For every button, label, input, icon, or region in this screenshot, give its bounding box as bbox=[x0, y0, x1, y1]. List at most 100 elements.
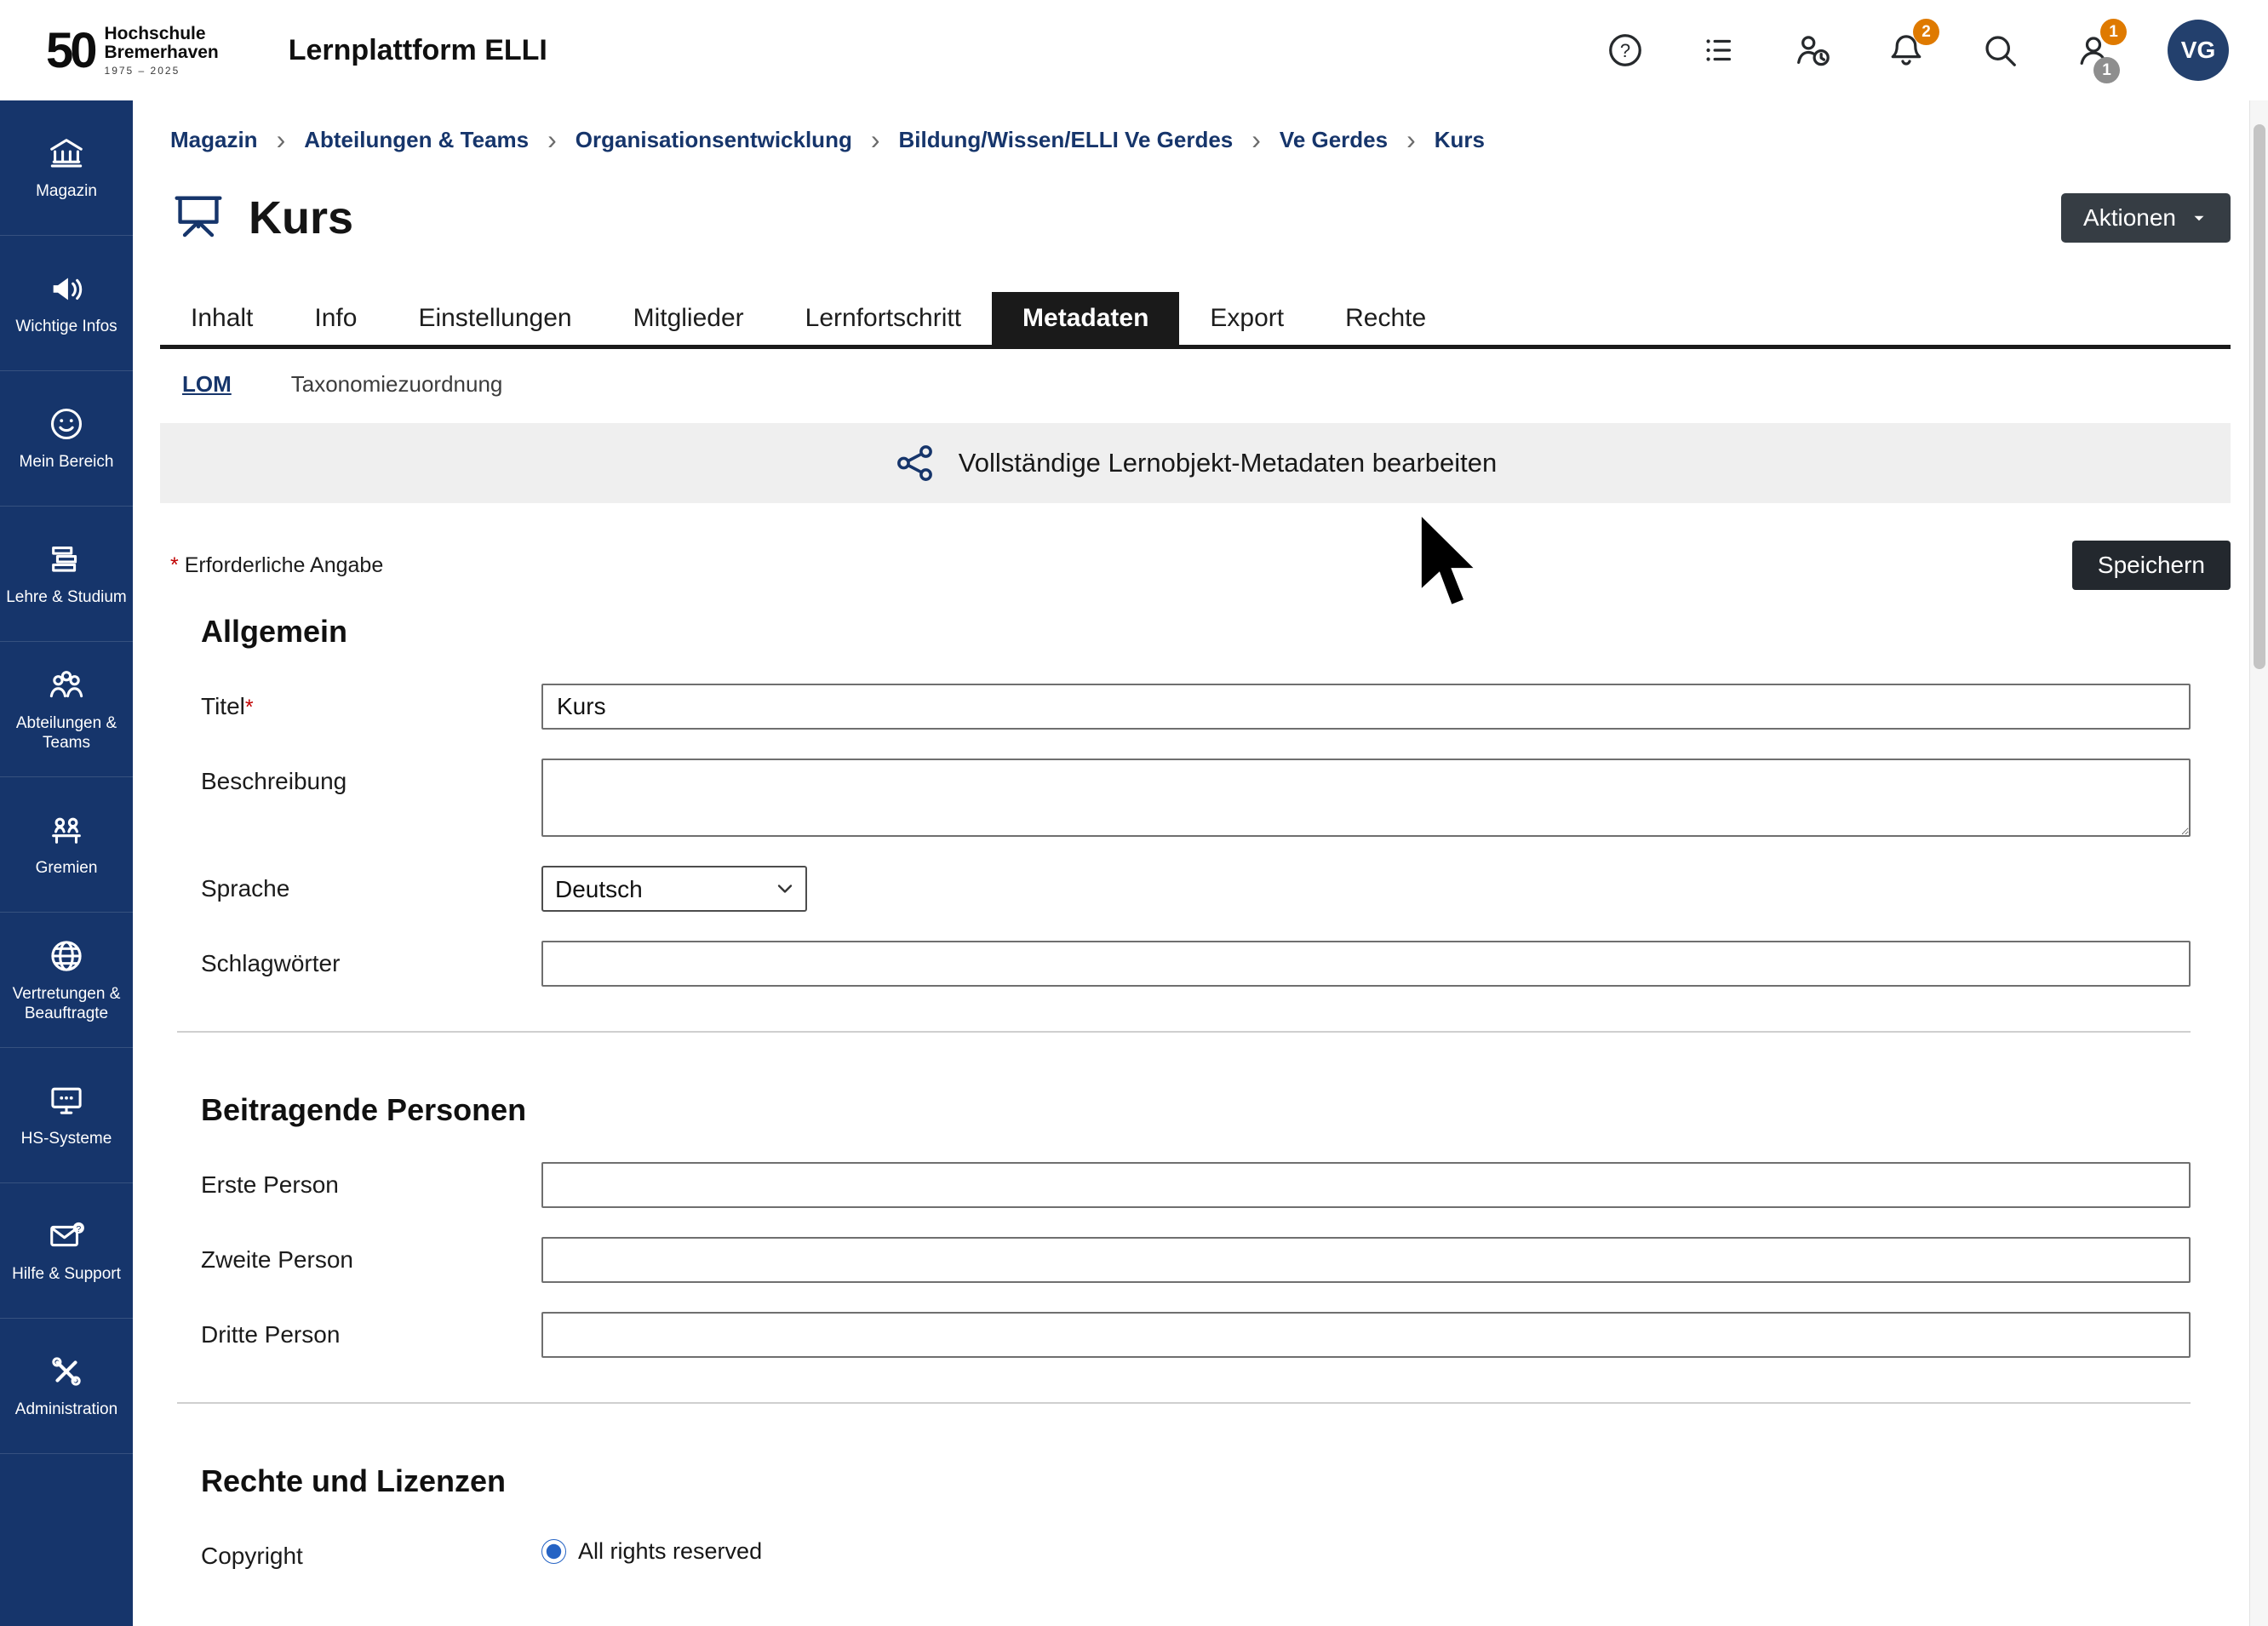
tools-icon bbox=[47, 1352, 86, 1391]
tab-inhalt[interactable]: Inhalt bbox=[160, 292, 284, 345]
logo-text: Hochschule Bremerhaven 1975 – 2025 bbox=[105, 25, 219, 76]
contacts-badge-top: 1 bbox=[2100, 19, 2127, 45]
beschreibung-textarea[interactable] bbox=[541, 759, 2191, 837]
sidebar-item-wichtige-infos[interactable]: Wichtige Infos bbox=[0, 236, 133, 371]
topbar-icons: ? 2 1 1 VG bbox=[1606, 20, 2268, 81]
sidebar-item-label: Administration bbox=[15, 1400, 117, 1419]
required-asterisk: * bbox=[170, 553, 179, 578]
sidebar-item-label: HS-Systeme bbox=[21, 1129, 112, 1148]
sidebar-item-abteilungen-teams[interactable]: Abteilungen & Teams bbox=[0, 642, 133, 777]
chevron-right-icon: › bbox=[1406, 126, 1416, 153]
required-asterisk: * bbox=[245, 696, 254, 719]
sidebar-item-magazin[interactable]: Magazin bbox=[0, 100, 133, 236]
notification-badge: 2 bbox=[1913, 19, 1939, 45]
scrollbar-thumb[interactable] bbox=[2254, 124, 2265, 669]
field-sprache: Sprache Deutsch bbox=[201, 866, 2191, 912]
tab-lernfortschritt[interactable]: Lernfortschritt bbox=[775, 292, 992, 345]
erste-person-input[interactable] bbox=[541, 1162, 2191, 1208]
zweite-person-input[interactable] bbox=[541, 1237, 2191, 1283]
breadcrumb: Magazin › Abteilungen & Teams › Organisa… bbox=[160, 126, 2231, 153]
titel-input[interactable] bbox=[541, 684, 2191, 730]
task-list-icon[interactable] bbox=[1699, 31, 1738, 70]
field-erste-person: Erste Person bbox=[201, 1162, 2191, 1208]
breadcrumb-item[interactable]: Bildung/Wissen/ELLI Ve Gerdes bbox=[899, 127, 1234, 153]
logo-50: 50 bbox=[46, 22, 94, 79]
breadcrumb-item[interactable]: Magazin bbox=[170, 127, 258, 153]
schlagwoerter-input[interactable] bbox=[541, 941, 2191, 987]
field-schlagwoerter: Schlagwörter bbox=[201, 941, 2191, 987]
megaphone-icon bbox=[47, 269, 86, 308]
app-title: Lernplattform ELLI bbox=[289, 34, 547, 67]
beschreibung-label: Beschreibung bbox=[201, 759, 541, 795]
sidebar-item-label: Mein Bereich bbox=[20, 452, 114, 472]
main-content: Magazin › Abteilungen & Teams › Organisa… bbox=[133, 100, 2268, 1626]
svg-text:?: ? bbox=[1620, 40, 1630, 61]
sidebar-item-label: Vertretungen & Beauftragte bbox=[4, 984, 129, 1023]
sidebar-item-label: Wichtige Infos bbox=[15, 317, 117, 336]
sidebar-item-mein-bereich[interactable]: Mein Bereich bbox=[0, 371, 133, 507]
logo-line1: Hochschule bbox=[105, 25, 219, 43]
sidebar-item-gremien[interactable]: Gremien bbox=[0, 777, 133, 913]
avatar[interactable]: VG bbox=[2168, 20, 2229, 81]
contacts-icon[interactable]: 1 1 bbox=[2074, 31, 2113, 70]
sidebar-item-label: Gremien bbox=[36, 858, 98, 878]
actions-button[interactable]: Aktionen bbox=[2061, 193, 2231, 243]
bell-icon[interactable]: 2 bbox=[1887, 31, 1926, 70]
breadcrumb-item[interactable]: Abteilungen & Teams bbox=[304, 127, 529, 153]
tab-rechte[interactable]: Rechte bbox=[1314, 292, 1457, 345]
sidebar-item-lehre-studium[interactable]: Lehre & Studium bbox=[0, 507, 133, 642]
save-button[interactable]: Speichern bbox=[2072, 541, 2231, 590]
subtab-lom[interactable]: LOM bbox=[182, 371, 232, 398]
schlagwoerter-label: Schlagwörter bbox=[201, 941, 541, 977]
page-title-row: Kurs Aktionen bbox=[160, 187, 2231, 248]
field-copyright: Copyright All rights reserved bbox=[201, 1533, 2191, 1570]
help-icon[interactable]: ? bbox=[1606, 31, 1645, 70]
contacts-badge-bottom: 1 bbox=[2093, 57, 2120, 83]
breadcrumb-item[interactable]: Ve Gerdes bbox=[1280, 127, 1388, 153]
erste-person-label: Erste Person bbox=[201, 1162, 541, 1199]
team-icon bbox=[47, 666, 86, 705]
actions-button-label: Aktionen bbox=[2083, 204, 2176, 232]
required-note: Erforderliche Angabe bbox=[185, 553, 383, 578]
breadcrumb-item[interactable]: Organisationsentwicklung bbox=[576, 127, 852, 153]
tab-export[interactable]: Export bbox=[1179, 292, 1314, 345]
user-clock-icon[interactable] bbox=[1793, 31, 1832, 70]
sidebar-item-label: Magazin bbox=[36, 181, 97, 201]
sidebar-item-hs-systeme[interactable]: HS-Systeme bbox=[0, 1048, 133, 1183]
tab-info[interactable]: Info bbox=[284, 292, 387, 345]
monitor-icon bbox=[47, 1081, 86, 1120]
chevron-right-icon: › bbox=[547, 126, 557, 153]
copyright-option-label: All rights reserved bbox=[578, 1538, 762, 1565]
share-nodes-icon bbox=[894, 442, 936, 484]
field-beschreibung: Beschreibung bbox=[201, 759, 2191, 837]
tab-metadaten[interactable]: Metadaten bbox=[992, 292, 1179, 345]
banner-label: Vollständige Lernobjekt-Metadaten bearbe… bbox=[959, 448, 1498, 478]
logo-years: 1975 – 2025 bbox=[105, 66, 219, 76]
search-icon[interactable] bbox=[1980, 31, 2019, 70]
sidebar-item-label: Abteilungen & Teams bbox=[4, 713, 129, 753]
sidebar-item-label: Lehre & Studium bbox=[6, 587, 127, 607]
caret-down-icon bbox=[2190, 209, 2208, 227]
tab-mitglieder[interactable]: Mitglieder bbox=[603, 292, 775, 345]
tab-einstellungen[interactable]: Einstellungen bbox=[387, 292, 602, 345]
smiley-icon bbox=[47, 404, 86, 444]
scrollbar[interactable] bbox=[2249, 100, 2268, 1626]
breadcrumb-item[interactable]: Kurs bbox=[1435, 127, 1485, 153]
subtab-taxonomiezuordnung[interactable]: Taxonomiezuordnung bbox=[291, 371, 503, 398]
titel-label: Titel* bbox=[201, 684, 541, 720]
copyright-option-row: All rights reserved bbox=[541, 1533, 2191, 1565]
copyright-radio[interactable] bbox=[541, 1539, 566, 1564]
sidebar-item-vertretungen[interactable]: Vertretungen & Beauftragte bbox=[0, 913, 133, 1048]
tab-bar: Inhalt Info Einstellungen Mitglieder Ler… bbox=[160, 292, 2231, 349]
committee-icon bbox=[47, 810, 86, 850]
sprache-label: Sprache bbox=[201, 866, 541, 902]
edit-full-metadata-banner[interactable]: Vollständige Lernobjekt-Metadaten bearbe… bbox=[160, 423, 2231, 503]
globe-group-icon bbox=[47, 936, 86, 976]
sidebar-item-hilfe-support[interactable]: ? Hilfe & Support bbox=[0, 1183, 133, 1319]
field-zweite-person: Zweite Person bbox=[201, 1237, 2191, 1283]
university-logo[interactable]: 50 Hochschule Bremerhaven 1975 – 2025 bbox=[0, 22, 219, 79]
sidebar-item-administration[interactable]: Administration bbox=[0, 1319, 133, 1454]
sprache-select[interactable]: Deutsch bbox=[541, 866, 807, 912]
logo-line2: Bremerhaven bbox=[105, 43, 219, 62]
dritte-person-input[interactable] bbox=[541, 1312, 2191, 1358]
